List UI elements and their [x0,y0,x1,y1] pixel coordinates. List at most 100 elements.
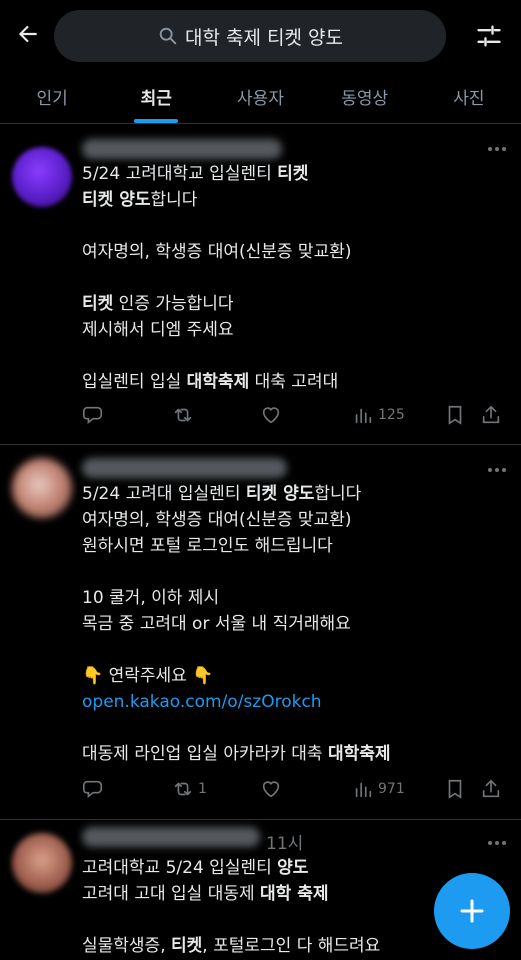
highlighted-keyword: 양도 [277,858,309,878]
repost-icon [174,408,192,422]
bar-chart-icon [355,408,372,424]
tab-popular[interactable]: 인기 [0,70,104,123]
more-options-icon[interactable] [485,141,509,157]
highlighted-keyword: 대학축제 [327,744,391,764]
post-text-segment: 여자명의, 학생증 대여(신분증 맞교환) [82,510,352,530]
post-text-segment: 여자명의, 학생증 대여(신분증 맞교환) [82,242,352,262]
reply-icon [83,780,103,799]
repost-button[interactable] [172,404,260,426]
author-name-blurred[interactable] [82,458,287,478]
post-text-segment: 대축 고려대 [249,372,339,392]
post-text-segment: 합니다 [150,190,198,210]
post-text-segment: 인증 가능합니다 [113,294,234,314]
post-text-line [82,343,501,369]
tab-people[interactable]: 사용자 [208,70,312,123]
views-button[interactable]: 125 [352,404,444,426]
post-text-line: 10 쿨거, 이하 제시 [82,585,501,611]
post-text-segment: 목금 중 고려대 or 서울 내 직거래해요 [82,614,351,634]
post-text-line: 👇 연락주세요 👇 [82,663,501,689]
post-text-line: 목금 중 고려대 or 서울 내 직거래해요 [82,611,501,637]
post-text-line: 제시해서 디엠 주세요 [82,317,501,343]
tab-latest[interactable]: 최근 [104,70,208,123]
views-button[interactable]: 971 [352,778,444,800]
post-actions: 125 [82,400,511,430]
avatar[interactable] [12,833,72,893]
post-text-line [82,715,501,741]
search-input[interactable]: 대학 축제 티켓 양도 [54,10,446,62]
repost-button[interactable]: 1 [172,778,260,800]
reply-button[interactable] [82,778,172,800]
post-text-line [82,637,501,663]
heart-icon [262,407,280,424]
post-text-line: 여자명의, 학생증 대여(신분증 맞교환) [82,239,501,265]
share-button[interactable] [480,404,510,426]
post-text-segment: 고려대 고대 입실 대동제 [82,884,261,904]
bookmark-icon [448,405,462,425]
post-text-line: 5/24 고려대학교 입실렌티 티켓 [82,161,501,187]
like-button[interactable] [260,778,352,800]
reply-button[interactable] [82,404,172,426]
highlighted-keyword: 티켓 양도 [82,190,151,210]
post-text-segment: 합니다 [314,484,362,504]
highlighted-keyword: 티켓 [277,164,309,184]
post-card[interactable]: 5/24 고려대학교 입실렌티 티켓 티켓 양도합니다 여자명의, 학생증 대여(신… [0,125,521,445]
post-text-segment: 원하시면 포털 로그인도 해드립니다 [82,536,333,556]
post-text: 5/24 고려대 입실렌티 티켓 양도합니다여자명의, 학생증 대여(신분증 맞… [82,481,501,767]
author-name-blurred[interactable] [82,139,282,159]
share-button[interactable] [480,778,510,800]
compose-post-button[interactable] [434,873,510,949]
heart-icon [262,781,280,798]
post-text-line: 티켓 인증 가능합니다 [82,291,501,317]
bookmark-icon [448,779,462,799]
bookmark-button[interactable] [444,404,480,426]
avatar[interactable] [12,458,72,518]
share-icon [482,405,500,424]
post-text-segment: 제시해서 디엠 주세요 [82,320,234,340]
post-text-segment: 5/24 고려대학교 입실렌티 [82,164,278,184]
post-text-line: 고려대학교 5/24 입실렌티 양도 [82,855,501,881]
back-button[interactable] [8,14,48,54]
highlighted-keyword: 티켓 양도 [245,484,315,504]
highlighted-keyword: 대학 축제 [260,884,329,904]
post-text-line [82,559,501,585]
post-text: 5/24 고려대학교 입실렌티 티켓 티켓 양도합니다 여자명의, 학생증 대여(신… [82,161,501,395]
post-time: 11시 [266,834,304,854]
author-name-blurred[interactable] [82,827,260,847]
post-text-segment: 10 쿨거, 이하 제시 [82,588,220,608]
search-settings-button[interactable] [469,16,509,56]
like-button[interactable] [260,404,352,426]
post-text-segment: 고려대학교 5/24 입실렌티 [82,858,278,878]
post-link[interactable]: open.kakao.com/o/szOrokch [82,692,322,712]
avatar[interactable] [12,147,72,207]
repost-icon [174,782,192,796]
post-text-segment: , 포털로그인 다 해드려요 [202,936,381,956]
post-text-segment: 5/24 고려대 입실렌티 [82,484,246,504]
post-text-line: 원하시면 포털 로그인도 해드립니다 [82,533,501,559]
tab-photos[interactable]: 사진 [417,70,521,123]
highlighted-keyword: 티켓 [82,294,114,314]
post-text-line [82,213,501,239]
more-options-icon[interactable] [485,835,509,851]
post-text-line: 입실렌티 입실 대학축제 대축 고려대 [82,369,501,395]
share-icon [482,779,500,798]
post-text-line: 실물학생증, 티켓, 포털로그인 다 해드려요 [82,933,501,959]
bar-chart-icon [355,782,372,798]
arrow-left-icon [18,25,37,43]
post-text-line: 티켓 양도합니다 [82,187,501,213]
post-text-line: open.kakao.com/o/szOrokch [82,689,501,715]
bookmark-button[interactable] [444,778,480,800]
highlighted-keyword: 대학축제 [186,372,250,392]
reply-icon [83,406,103,425]
post-text-line: 대동제 라인업 입실 아카라카 대축 대학축제 [82,741,501,767]
post-card[interactable]: 5/24 고려대 입실렌티 티켓 양도합니다여자명의, 학생증 대여(신분증 맞… [0,446,521,820]
tab-videos[interactable]: 동영상 [313,70,417,123]
more-options-icon[interactable] [485,462,509,478]
search-tabs: 인기 최근 사용자 동영상 사진 [0,70,521,124]
post-text-segment: 👇 연락주세요 👇 [82,666,214,686]
views-count: 125 [378,407,405,423]
post-actions: 1 971 [82,774,511,804]
search-icon [159,27,177,45]
post-text-segment: 입실렌티 입실 [82,372,187,392]
sliders-icon [477,25,501,47]
post-text-segment: 대동제 라인업 입실 아카라카 대축 [82,744,328,764]
